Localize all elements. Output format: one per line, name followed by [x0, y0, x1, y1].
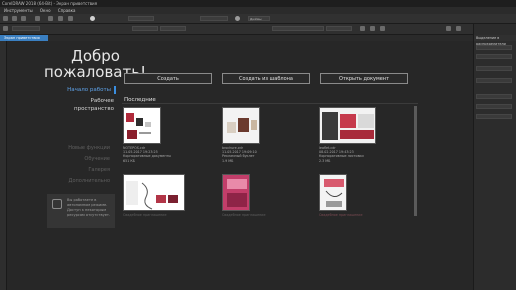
nav-whats-new[interactable]: Новые функции [52, 144, 110, 152]
welcome-title-line1: Добро [71, 47, 120, 65]
thumbnail-image [324, 179, 344, 207]
recent-thumbnail[interactable] [319, 174, 347, 211]
nav-get-started[interactable]: Начало работы [52, 86, 116, 94]
toolbox [0, 41, 7, 290]
docker-control[interactable] [476, 66, 512, 71]
title-bar: CorelDRAW 2018 (64-Bit) - Экран приветст… [0, 0, 516, 7]
docker-control[interactable] [476, 114, 512, 119]
new-icon[interactable] [3, 16, 8, 21]
recent-item-meta: Свадебное приглашение [319, 213, 363, 217]
docker-control[interactable] [476, 78, 512, 83]
offline-icon [52, 199, 62, 209]
thumbnail-image [126, 181, 178, 210]
create-button[interactable]: Создать [124, 73, 212, 84]
copy-icon[interactable] [58, 16, 63, 21]
docker-title: Выделение в распределители [474, 35, 516, 46]
paste-icon[interactable] [68, 16, 73, 21]
height-field[interactable] [160, 26, 186, 31]
nav-gallery[interactable]: Галерея [52, 166, 110, 174]
pick-tool-icon[interactable] [446, 26, 451, 31]
recent-item-meta: brochure.cdr 11.05.2017 19:09:10 Рекламны… [222, 146, 257, 163]
standard-toolbar: Дюймы [0, 14, 516, 24]
options-icon[interactable] [235, 16, 240, 21]
refresh-icon[interactable] [456, 26, 461, 31]
thumbnail-image [227, 179, 247, 207]
recent-thumbnail[interactable] [123, 107, 161, 144]
recent-thumbnail[interactable] [222, 174, 250, 211]
recent-divider [122, 103, 418, 104]
snap-field[interactable] [200, 16, 228, 21]
open-icon[interactable] [12, 16, 17, 21]
print-icon[interactable] [35, 16, 40, 21]
recent-item-meta: NOTEPOS.cdr 11.05.2017 19:23:25 Корпорати… [123, 146, 172, 163]
nav-more[interactable]: Дополнительно [52, 177, 110, 185]
recent-scrollbar[interactable] [414, 106, 417, 216]
offline-notice-text: Вы работаете в автономном режиме. Доступ… [67, 198, 111, 217]
menu-tools[interactable]: Инструменты [4, 8, 33, 13]
thumbnail-image [227, 118, 257, 133]
menu-help[interactable]: Справка [58, 8, 76, 13]
recent-item-meta: Свадебное приглашение [123, 213, 167, 217]
italic-icon[interactable] [370, 26, 375, 31]
window-title: CorelDRAW 2018 (64-Bit) - Экран приветст… [2, 1, 98, 6]
recent-thumbnail[interactable] [319, 107, 376, 144]
underline-icon[interactable] [380, 26, 385, 31]
page-icon[interactable] [3, 26, 8, 31]
welcome-title-line2: пожаловать! [44, 63, 147, 81]
font-field[interactable] [272, 26, 324, 31]
bold-icon[interactable] [360, 26, 365, 31]
menu-bar: Инструменты Окно Справка [0, 7, 516, 14]
units-field[interactable]: Дюймы [248, 16, 270, 21]
docker-control[interactable] [476, 45, 512, 50]
recent-thumbnail[interactable] [123, 174, 185, 211]
nav-learning[interactable]: Обучение [52, 155, 110, 163]
recent-thumbnail[interactable] [222, 107, 260, 144]
page-size-field[interactable] [12, 26, 40, 31]
docker-control[interactable] [476, 54, 512, 59]
docker-control[interactable] [476, 104, 512, 109]
recent-item-meta: Свадебное приглашение [222, 213, 266, 217]
docker-control[interactable] [476, 94, 512, 99]
docker-panel [473, 24, 516, 290]
menu-window[interactable]: Окно [40, 8, 51, 13]
welcome-title: Добро пожаловать! [44, 47, 147, 81]
recent-item-meta: leaflet.cdr 08.02.2017 19:43:23 Корпорати… [319, 146, 364, 163]
width-field[interactable] [132, 26, 158, 31]
offline-notice: Вы работаете в автономном режиме. Доступ… [47, 194, 115, 228]
corel-icon[interactable] [90, 16, 95, 21]
thumbnail-image [126, 113, 151, 139]
zoom-field[interactable] [128, 16, 154, 21]
thumbnail-image [322, 112, 374, 140]
cut-icon[interactable] [48, 16, 53, 21]
nav-workspace[interactable]: Рабочее пространство [52, 97, 114, 113]
font-size-field[interactable] [326, 26, 352, 31]
save-icon[interactable] [21, 16, 26, 21]
create-from-template-button[interactable]: Создать из шаблона [222, 73, 310, 84]
property-bar [0, 24, 516, 35]
open-document-button[interactable]: Открыть документ [320, 73, 408, 84]
